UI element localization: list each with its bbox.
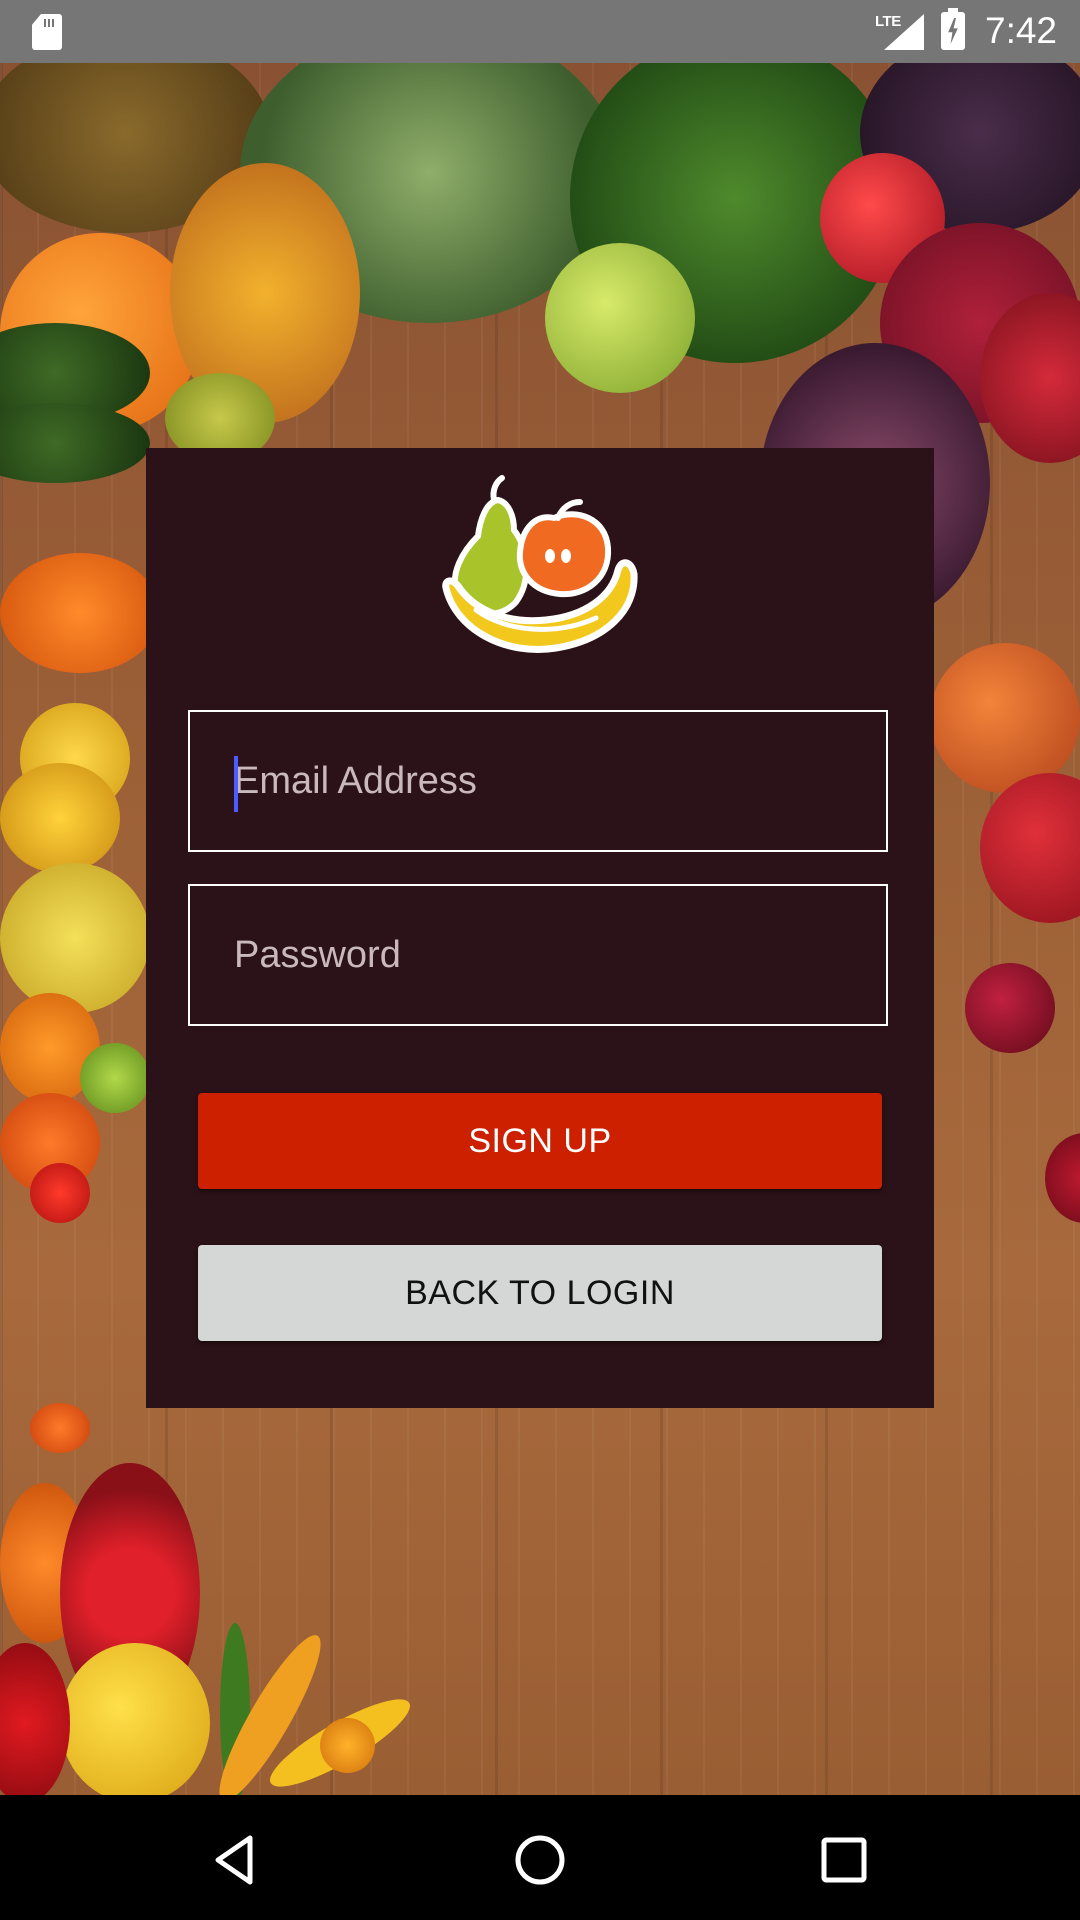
network-type-label: LTE <box>875 13 901 30</box>
signup-card: SIGN UP BACK TO LOGIN <box>146 448 934 1408</box>
email-field[interactable] <box>188 710 888 852</box>
email-input[interactable] <box>190 712 886 850</box>
status-bar: LTE 7:42 <box>0 0 1080 63</box>
password-field[interactable] <box>188 884 888 1026</box>
text-cursor <box>234 756 238 812</box>
home-icon[interactable] <box>510 1830 570 1890</box>
fruit-bowl-logo-icon <box>442 475 638 653</box>
recents-icon[interactable] <box>814 1830 874 1890</box>
password-input[interactable] <box>190 886 886 1024</box>
back-to-login-button[interactable]: BACK TO LOGIN <box>198 1245 882 1341</box>
sd-card-icon <box>32 14 62 50</box>
battery-charging-icon <box>941 8 965 50</box>
navigation-bar <box>0 1795 1080 1920</box>
signup-button[interactable]: SIGN UP <box>198 1093 882 1189</box>
clock: 7:42 <box>985 10 1058 51</box>
back-icon[interactable] <box>206 1830 266 1890</box>
